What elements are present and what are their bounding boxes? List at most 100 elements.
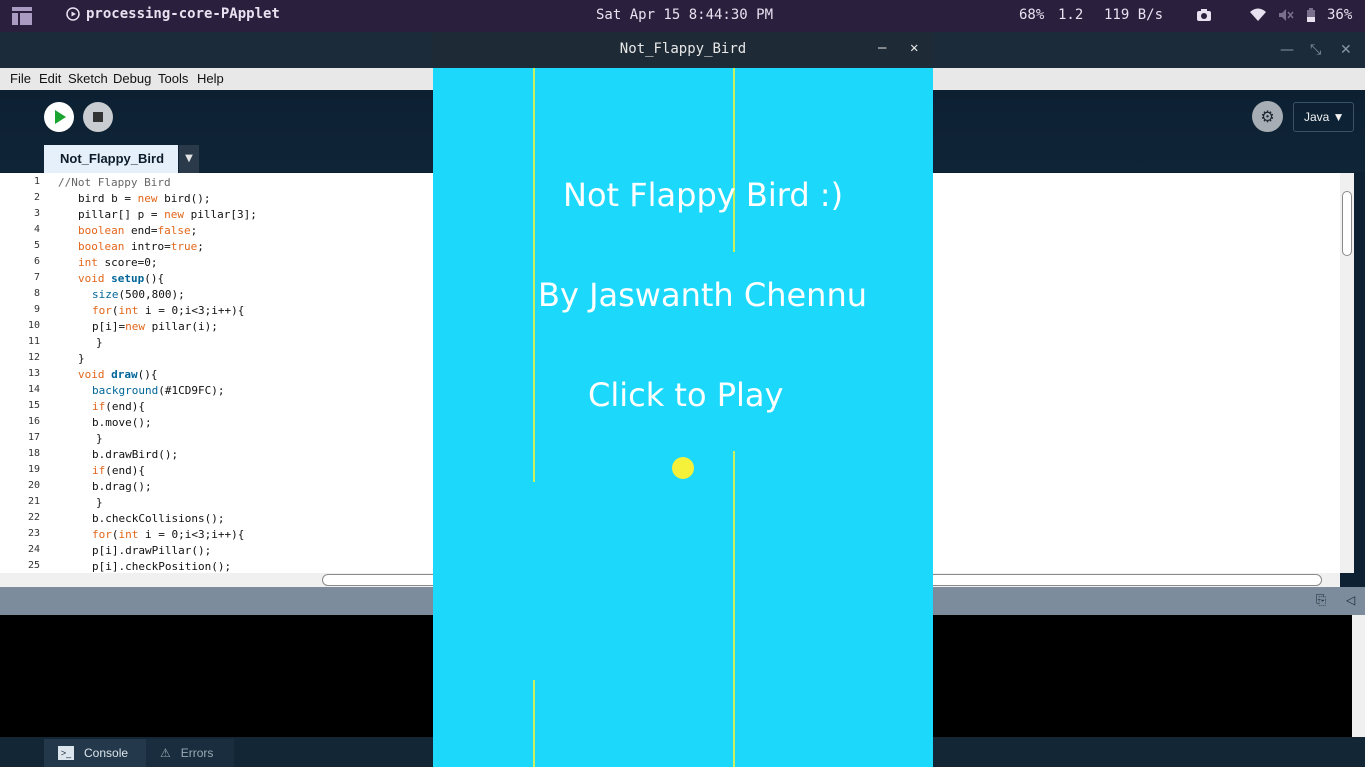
minimize-icon[interactable]: –	[878, 40, 886, 56]
game-title: Not Flappy Bird :)	[563, 176, 844, 214]
pillar-bottom	[533, 680, 535, 767]
line-number: 2	[33, 192, 40, 203]
menu-sketch[interactable]: Sketch	[68, 71, 108, 86]
menu-tools[interactable]: Tools	[158, 71, 188, 86]
line-number: 13	[27, 368, 40, 379]
pillar-top	[733, 68, 735, 252]
tab-console[interactable]: >_ Console	[44, 739, 146, 767]
line-number: 11	[27, 336, 40, 347]
bug-icon: ⚙	[1260, 107, 1275, 126]
line-number: 23	[27, 528, 40, 539]
active-app-title: processing-core-PApplet	[86, 6, 280, 22]
code-text: //Not Flappy Bird	[58, 176, 171, 189]
game-author: By Jaswanth Chennu	[538, 276, 867, 314]
pillar-top	[533, 68, 535, 482]
pillar-bottom	[733, 451, 735, 767]
code-text: boolean intro=true;	[78, 240, 204, 253]
click-to-play[interactable]: Click to Play	[588, 376, 783, 414]
code-text: if(end){	[92, 464, 145, 477]
code-text: int score=0;	[78, 256, 158, 269]
sketch-window-title: Not_Flappy_Bird	[619, 41, 747, 57]
code-text: if(end){	[92, 400, 145, 413]
camera-icon[interactable]	[1196, 8, 1212, 22]
tab-menu-button[interactable]: ▼	[179, 145, 199, 173]
sketch-window: Not_Flappy_Bird – ✕ Not Flappy Bird :) B…	[433, 32, 933, 767]
line-number: 16	[27, 416, 40, 427]
close-icon[interactable]: ✕	[910, 40, 918, 56]
warning-icon: ⚠	[160, 746, 171, 760]
code-text: for(int i = 0;i<3;i++){	[92, 304, 245, 317]
play-circle-icon	[66, 7, 80, 21]
wifi-icon[interactable]	[1250, 8, 1266, 22]
code-text: p[i]=new pillar(i);	[92, 320, 218, 333]
line-number: 8	[33, 288, 40, 299]
line-number: 18	[27, 448, 40, 459]
code-text: pillar[] p = new pillar[3];	[78, 208, 257, 221]
app-grid-icon[interactable]	[12, 7, 32, 25]
game-canvas[interactable]: Not Flappy Bird :) By Jaswanth Chennu Cl…	[433, 68, 933, 767]
line-number: 7	[33, 272, 40, 283]
line-number: 9	[33, 304, 40, 315]
tab-not-flappy-bird[interactable]: Not_Flappy_Bird	[44, 145, 178, 173]
close-icon[interactable]: ✕	[1340, 42, 1352, 58]
code-text: size(500,800);	[92, 288, 185, 301]
line-number: 14	[27, 384, 40, 395]
line-number: 6	[33, 256, 40, 267]
debugger-button[interactable]: ⚙	[1252, 101, 1283, 132]
line-number: 20	[27, 480, 40, 491]
battery-percent: 36%	[1327, 7, 1353, 23]
line-number: 21	[27, 496, 40, 507]
scroll-thumb[interactable]	[1342, 191, 1352, 256]
active-app[interactable]: processing-core-PApplet	[66, 6, 280, 22]
system-topbar: processing-core-PApplet Sat Apr 15 8:44:…	[0, 0, 1365, 32]
line-number: 10	[27, 320, 40, 331]
code-text: boolean end=false;	[78, 224, 198, 237]
console-scrollbar[interactable]	[1352, 615, 1365, 737]
copy-icon[interactable]: ⎘	[1316, 593, 1326, 608]
code-text: b.move();	[92, 416, 152, 429]
terminal-icon: >_	[58, 746, 74, 760]
network-speed: 119 B/s	[1104, 7, 1164, 23]
code-text: }	[96, 432, 103, 445]
stop-button[interactable]	[83, 102, 113, 132]
code-text: background(#1CD9FC);	[92, 384, 225, 397]
code-text: b.checkCollisions();	[92, 512, 225, 525]
menu-help[interactable]: Help	[197, 71, 224, 86]
tab-errors[interactable]: ⚠ Errors	[146, 739, 234, 767]
system-load: 1.2	[1058, 7, 1084, 23]
mode-selector[interactable]: Java ▼	[1293, 102, 1354, 132]
sketch-titlebar[interactable]: Not_Flappy_Bird – ✕	[433, 32, 933, 68]
code-text: void setup(){	[78, 272, 165, 285]
run-button[interactable]	[44, 102, 74, 132]
code-text: b.drawBird();	[92, 448, 179, 461]
menu-file[interactable]: File	[10, 71, 31, 86]
line-number: 25	[27, 560, 40, 571]
menu-debug[interactable]: Debug	[113, 71, 151, 86]
cpu-usage: 68%	[1019, 7, 1045, 23]
battery-icon[interactable]	[1306, 8, 1316, 22]
line-number: 3	[33, 208, 40, 219]
collapse-icon[interactable]: ◁	[1346, 593, 1355, 607]
line-number: 4	[33, 224, 40, 235]
code-text: }	[96, 336, 103, 349]
line-number: 24	[27, 544, 40, 555]
line-number: 1	[33, 176, 40, 187]
editor-vertical-scrollbar[interactable]	[1340, 173, 1354, 573]
bird	[672, 457, 694, 479]
code-text: b.drag();	[92, 480, 152, 493]
code-text: void draw(){	[78, 368, 158, 381]
code-text: bird b = new bird();	[78, 192, 211, 205]
clock[interactable]: Sat Apr 15 8:44:30 PM	[596, 7, 773, 23]
code-text: }	[96, 496, 103, 509]
menu-edit[interactable]: Edit	[39, 71, 61, 86]
volume-muted-icon[interactable]	[1278, 8, 1294, 22]
code-text: }	[78, 352, 85, 365]
line-number: 12	[27, 352, 40, 363]
minimize-icon[interactable]: —	[1280, 42, 1294, 58]
maximize-icon[interactable]: ⤡	[1310, 42, 1321, 58]
code-text: for(int i = 0;i<3;i++){	[92, 528, 245, 541]
line-number: 5	[33, 240, 40, 251]
console-tab-label: Console	[84, 746, 129, 760]
line-number: 15	[27, 400, 40, 411]
line-number: 22	[27, 512, 40, 523]
